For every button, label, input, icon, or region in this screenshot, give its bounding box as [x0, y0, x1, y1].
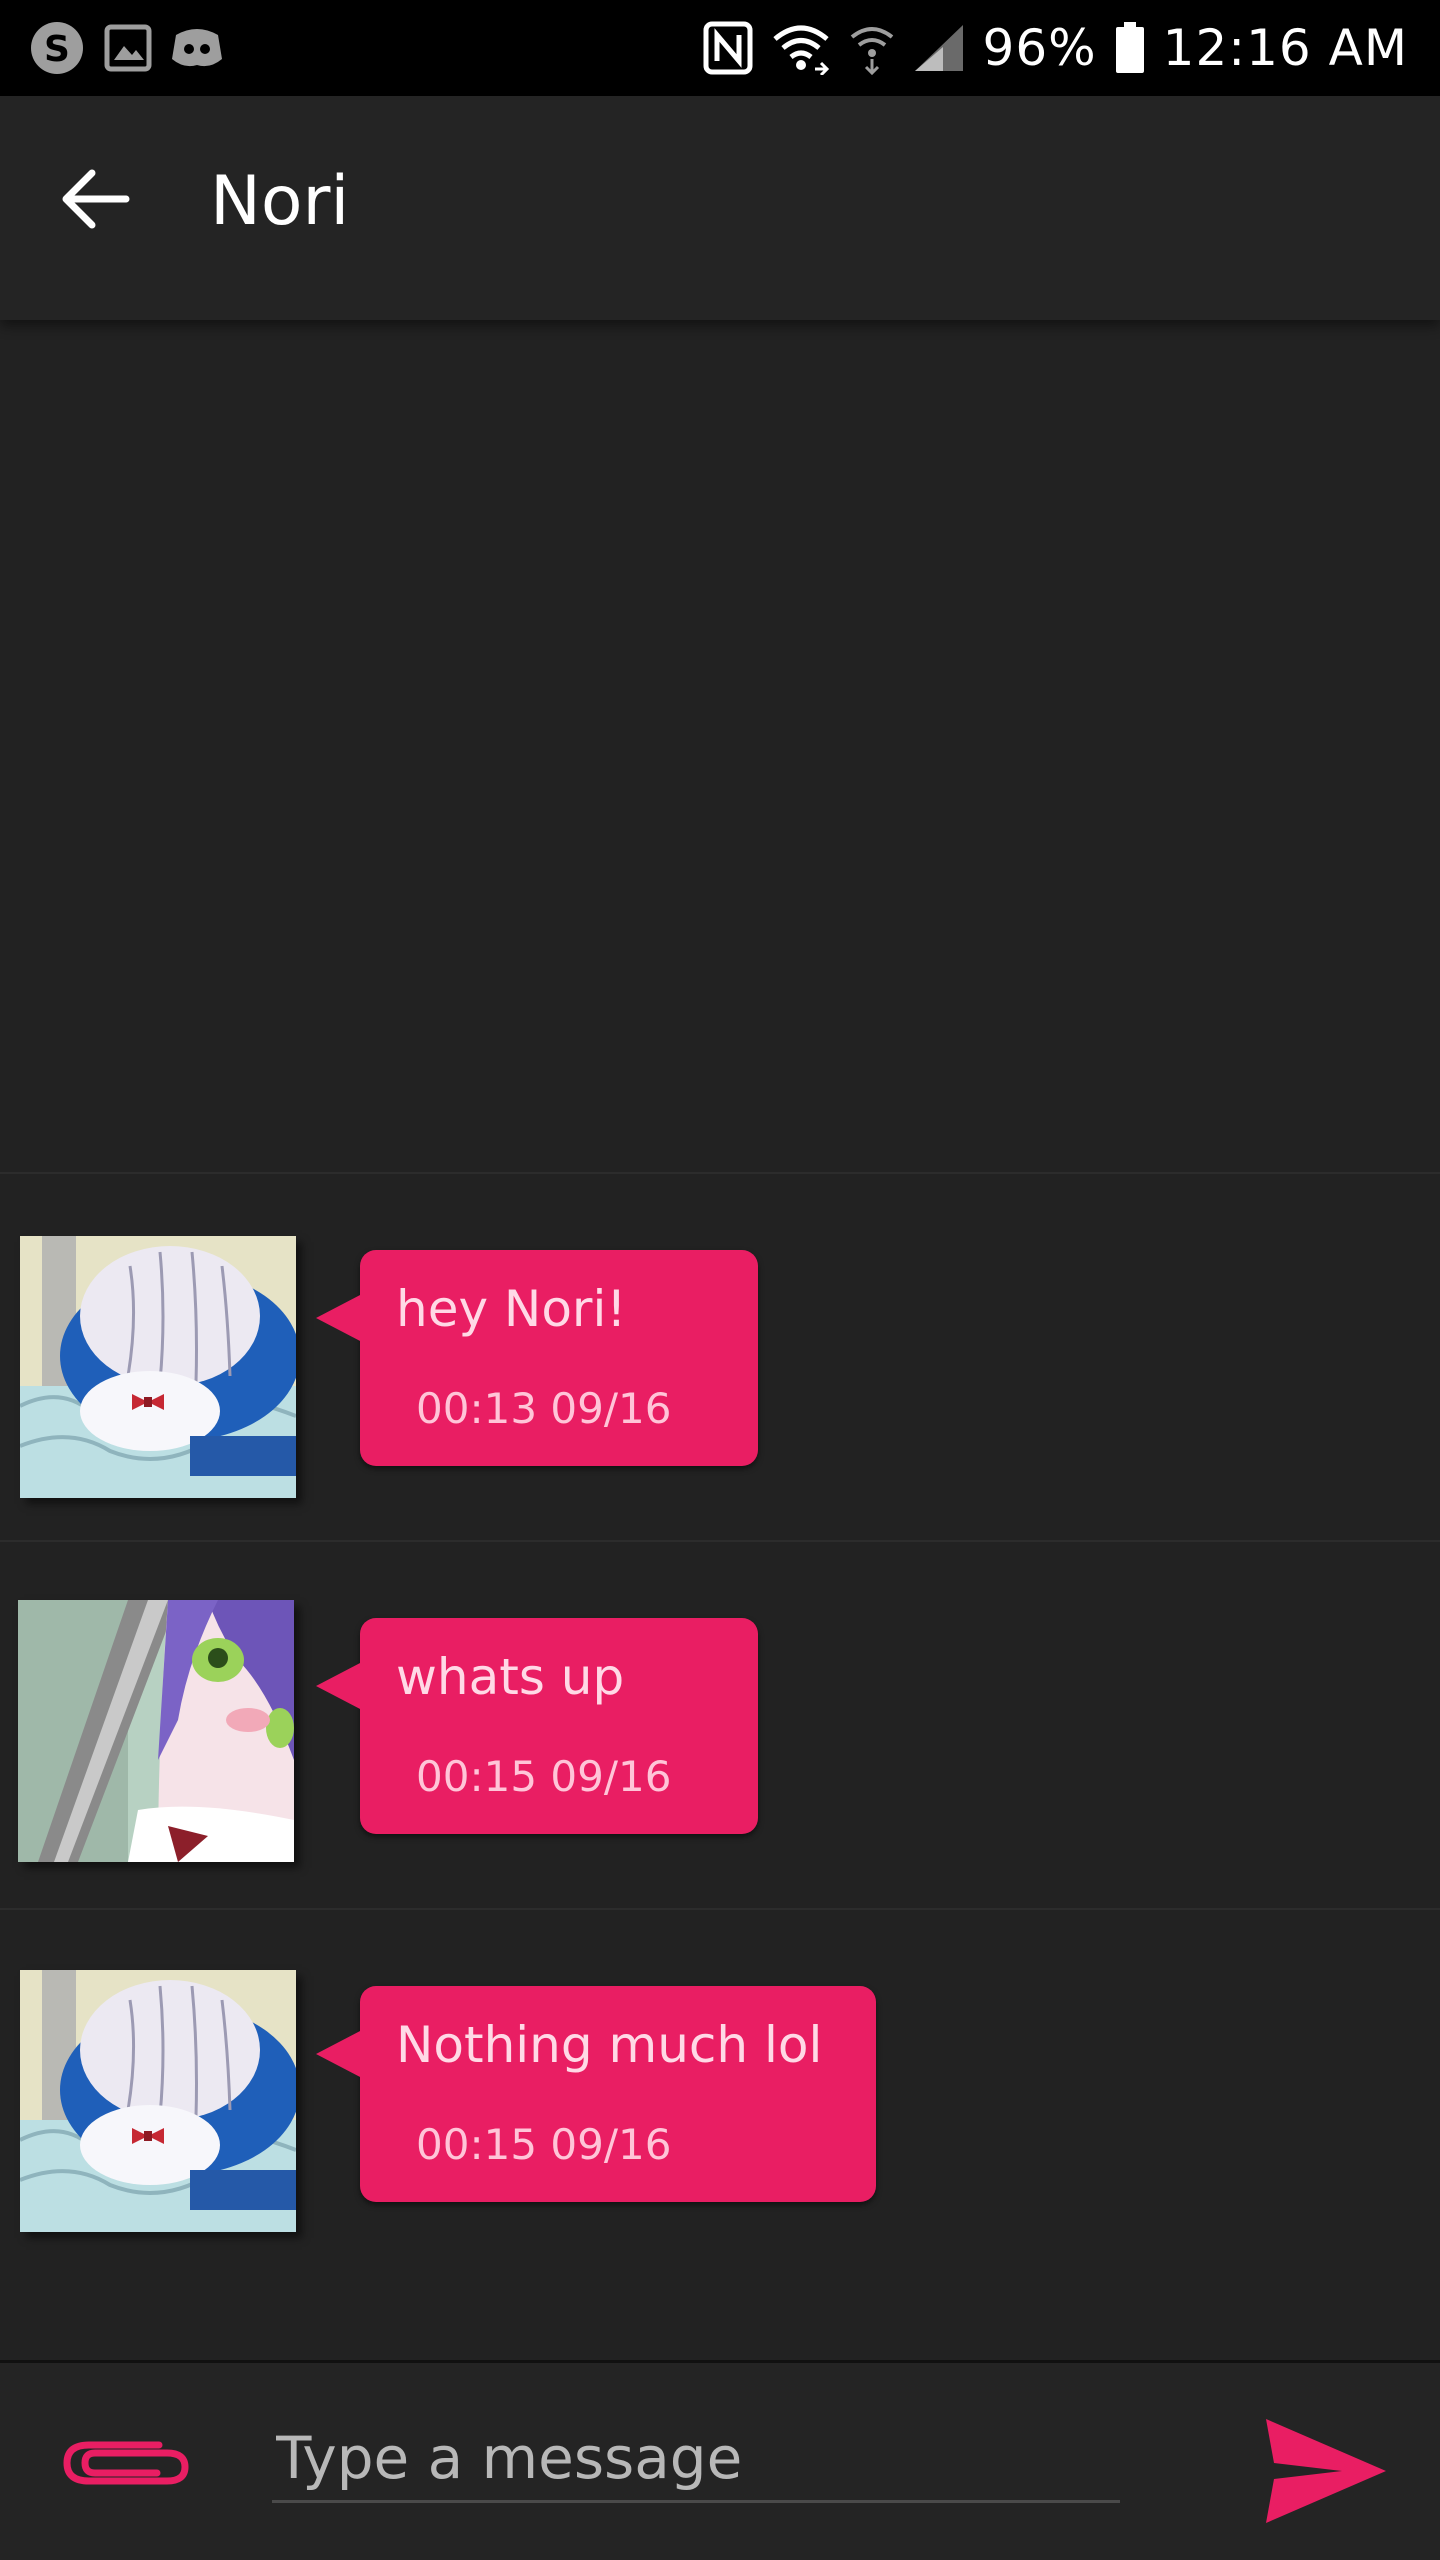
- svg-text:S: S: [44, 29, 70, 70]
- arrow-left-icon: [60, 167, 130, 235]
- send-icon: [1262, 2417, 1388, 2529]
- battery-icon: [1115, 18, 1145, 78]
- avatar[interactable]: [18, 1600, 294, 1862]
- message-list[interactable]: hey Nori! 00:13 09/16 whats up 00:15 09/…: [0, 320, 1440, 2360]
- status-bar-right: 96% 12:16 AM: [685, 0, 1408, 96]
- skype-icon: S: [28, 18, 86, 78]
- attach-button[interactable]: [56, 2423, 196, 2503]
- message-bubble[interactable]: Nothing much lol 00:15 09/16: [316, 1986, 876, 2202]
- message-bubble[interactable]: hey Nori! 00:13 09/16: [316, 1250, 758, 1466]
- message-timestamp: 00:13 09/16: [416, 1384, 672, 1433]
- battery-percent: 96%: [982, 19, 1097, 77]
- back-button[interactable]: [40, 146, 150, 256]
- message-text: whats up: [396, 1648, 625, 1706]
- status-time: 12:16 AM: [1162, 19, 1408, 77]
- avatar-whale-hat: [20, 1970, 296, 2232]
- app-bar: Nori: [0, 96, 1440, 320]
- status-bar-left: S: [28, 0, 242, 96]
- message-timestamp: 00:15 09/16: [416, 1752, 672, 1801]
- conversation-title: Nori: [210, 162, 350, 241]
- wifi-calling-icon: [849, 18, 895, 78]
- avatar[interactable]: [20, 1236, 296, 1498]
- avatar[interactable]: [20, 1970, 296, 2232]
- avatar-purple-hair: [18, 1600, 294, 1862]
- status-bar: S 96% 12:16 AM: [0, 0, 1440, 96]
- message-row: Nothing much lol 00:15 09/16: [0, 1908, 1440, 2278]
- gallery-icon: [104, 18, 152, 78]
- wifi-icon: [771, 18, 831, 78]
- nfc-icon: [703, 18, 753, 78]
- message-composer: [0, 2360, 1440, 2560]
- avatar-whale-hat: [20, 1236, 296, 1498]
- message-input[interactable]: [272, 2415, 1120, 2503]
- message-row: hey Nori! 00:13 09/16: [0, 1172, 1440, 1542]
- message-bubble[interactable]: whats up 00:15 09/16: [316, 1618, 758, 1834]
- paperclip-icon: [59, 2429, 193, 2497]
- message-timestamp: 00:15 09/16: [416, 2120, 672, 2169]
- signal-icon: [913, 18, 965, 78]
- message-row: whats up 00:15 09/16: [0, 1540, 1440, 1910]
- message-text: hey Nori!: [396, 1280, 627, 1338]
- chat-screen: S 96% 12:16 AM Nori hey Nori! 00:13 09/1…: [0, 0, 1440, 2560]
- message-text: Nothing much lol: [396, 2016, 823, 2074]
- discord-icon: [170, 18, 224, 78]
- send-button[interactable]: [1250, 2413, 1400, 2533]
